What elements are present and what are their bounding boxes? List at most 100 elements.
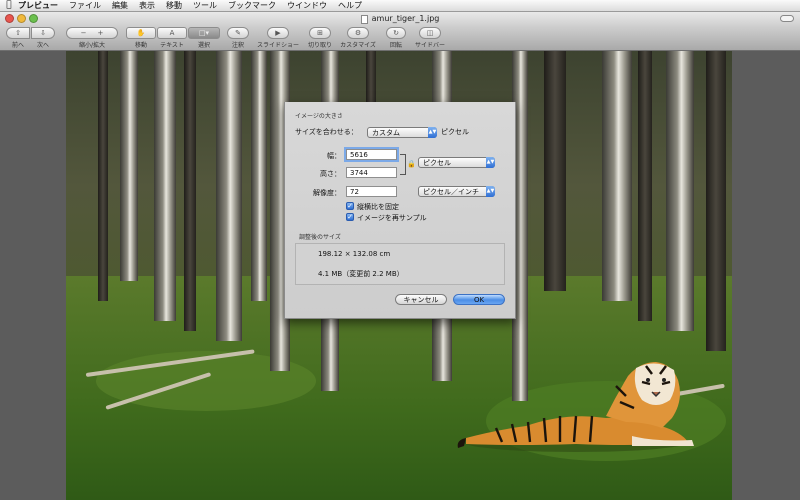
tree-trunk xyxy=(120,51,138,281)
menu-tools[interactable]: ツール xyxy=(193,0,217,11)
sidebar-label: サイドバー xyxy=(414,42,445,49)
tree-trunk xyxy=(98,51,108,301)
tree-trunk xyxy=(602,51,632,301)
size-unit-popup[interactable]: ピクセル ▲▼ xyxy=(418,157,495,168)
popup-arrows-icon: ▲▼ xyxy=(486,157,495,168)
tree-trunk xyxy=(251,51,267,301)
window-controls xyxy=(5,14,38,23)
menu-bookmarks[interactable]: ブックマーク xyxy=(228,0,276,11)
toolbar-toggle-button[interactable] xyxy=(780,15,794,22)
zoom-button[interactable] xyxy=(29,14,38,23)
popup-arrows-icon: ▲▼ xyxy=(428,127,437,138)
fit-unit-label: ピクセル xyxy=(441,128,469,136)
resample-label: イメージを再サンプル xyxy=(357,214,427,222)
tree-trunk xyxy=(666,51,694,331)
resolution-unit-value: ピクセル／インチ xyxy=(423,188,479,196)
customize-tool[interactable]: ⚙ カスタマイズ xyxy=(338,27,378,49)
lock-icon: 🔒 xyxy=(407,160,416,168)
menu-window[interactable]: ウインドウ xyxy=(287,0,327,11)
menu-help[interactable]: ヘルプ xyxy=(338,0,362,11)
document-icon xyxy=(360,14,368,24)
result-size-section-label: 調整後のサイズ xyxy=(299,234,341,241)
menu-file[interactable]: ファイル xyxy=(69,0,101,11)
toolbar: ⇧ 前へ ⇩ 次へ − + 縮小/拡大 ✋ 移動 A テキスト □▾ 選択 ✎ … xyxy=(0,26,800,51)
annotate-label: 注釈 xyxy=(231,42,244,49)
customize-label: カスタマイズ xyxy=(340,42,376,49)
height-field[interactable]: 3744 xyxy=(346,167,397,178)
window-title-text: amur_tiger_1.jpg xyxy=(371,14,440,23)
fit-into-value: カスタム xyxy=(372,129,400,137)
forward-tool[interactable]: ⇩ 次へ xyxy=(31,27,55,49)
slideshow-tool[interactable]: ▶ スライドショー xyxy=(257,27,299,49)
close-button[interactable] xyxy=(5,14,14,23)
zoom-out-in-icon[interactable]: − + xyxy=(66,27,118,39)
cancel-button[interactable]: キャンセル xyxy=(395,294,447,305)
result-filesize: 4.1 MB（変更前 2.2 MB） xyxy=(318,270,404,278)
fit-into-popup[interactable]: カスタム ▲▼ xyxy=(367,127,437,138)
wrench-icon[interactable]: ⚙ xyxy=(347,27,369,39)
menu-go[interactable]: 移動 xyxy=(166,0,182,11)
resolution-label: 解像度： xyxy=(313,189,341,197)
keep-ratio-checkbox[interactable]: ✓ xyxy=(346,202,354,210)
resolution-field[interactable]: 72 xyxy=(346,186,397,197)
forward-arrow-icon[interactable]: ⇩ xyxy=(31,27,55,39)
menu-preview[interactable]: プレビュー xyxy=(18,0,58,11)
hand-icon[interactable]: ✋ xyxy=(126,27,156,39)
ok-button[interactable]: OK xyxy=(453,294,505,305)
marquee-select-icon[interactable]: □▾ xyxy=(188,27,220,39)
height-label: 高さ： xyxy=(320,170,341,178)
crop-label: 切り取り xyxy=(307,42,332,49)
crop-icon[interactable]: ⊞ xyxy=(309,27,331,39)
image-size-section-label: イメージの大きさ xyxy=(295,113,343,120)
resolution-unit-popup[interactable]: ピクセル／インチ ▲▼ xyxy=(418,186,495,197)
pencil-icon[interactable]: ✎ xyxy=(227,27,249,39)
fit-into-label: サイズを合わせる： xyxy=(295,128,358,136)
move-label: 移動 xyxy=(134,42,147,49)
keep-ratio-label: 縦横比を固定 xyxy=(357,203,399,211)
rotate-label: 回転 xyxy=(389,42,402,49)
sidebar-tool[interactable]: ◫ サイドバー xyxy=(412,27,448,49)
back-arrow-icon[interactable]: ⇧ xyxy=(6,27,30,39)
size-unit-value: ピクセル xyxy=(423,159,451,167)
slideshow-icon[interactable]: ▶ xyxy=(267,27,289,39)
apple-menu-icon[interactable]:  xyxy=(0,0,18,11)
width-field[interactable]: 5616 xyxy=(346,149,397,160)
menu-bar:  プレビュー ファイル 編集 表示 移動 ツール ブックマーク ウインドウ ヘ… xyxy=(0,0,800,12)
back-tool[interactable]: ⇧ 前へ xyxy=(6,27,30,49)
zoom-label: 縮小/拡大 xyxy=(78,42,106,49)
crop-tool[interactable]: ⊞ 切り取り xyxy=(305,27,335,49)
sidebar-icon[interactable]: ◫ xyxy=(419,27,441,39)
result-size-box: 198.12 × 132.08 cm 4.1 MB（変更前 2.2 MB） xyxy=(295,243,505,285)
move-tool[interactable]: ✋ 移動 xyxy=(126,27,156,49)
zoom-tool[interactable]: − + 縮小/拡大 xyxy=(66,27,118,49)
minimize-button[interactable] xyxy=(17,14,26,23)
text-label: テキスト xyxy=(160,42,184,49)
rotate-tool[interactable]: ↻ 回転 xyxy=(383,27,409,49)
slideshow-label: スライドショー xyxy=(257,42,300,49)
tree-trunk xyxy=(706,51,726,351)
menu-view[interactable]: 表示 xyxy=(139,0,155,11)
text-tool[interactable]: A テキスト xyxy=(157,27,187,49)
rotate-icon[interactable]: ↻ xyxy=(386,27,406,39)
title-bar[interactable]: amur_tiger_1.jpg xyxy=(0,12,800,26)
image-size-dialog: イメージの大きさ サイズを合わせる： カスタム ▲▼ ピクセル 幅： 5616 … xyxy=(284,102,516,319)
width-label: 幅： xyxy=(327,152,341,160)
resample-checkbox[interactable]: ✓ xyxy=(346,213,354,221)
tree-trunk xyxy=(638,51,652,321)
result-dimensions: 198.12 × 132.08 cm xyxy=(318,250,391,258)
tiger xyxy=(457,362,694,452)
preview-window: amur_tiger_1.jpg ⇧ 前へ ⇩ 次へ − + 縮小/拡大 ✋ 移… xyxy=(0,12,800,500)
back-label: 前へ xyxy=(11,42,24,49)
select-label: 選択 xyxy=(197,42,210,49)
select-tool[interactable]: □▾ 選択 xyxy=(188,27,220,49)
annotate-tool[interactable]: ✎ 注釈 xyxy=(227,27,249,49)
link-bracket xyxy=(400,154,406,175)
tree-trunk xyxy=(544,51,566,291)
text-cursor-icon[interactable]: A xyxy=(157,27,187,39)
popup-arrows-icon: ▲▼ xyxy=(486,186,495,197)
forward-label: 次へ xyxy=(36,42,49,49)
tree-trunk xyxy=(154,51,176,321)
menu-edit[interactable]: 編集 xyxy=(112,0,128,11)
tree-trunk xyxy=(184,51,196,331)
window-title: amur_tiger_1.jpg xyxy=(360,12,440,26)
